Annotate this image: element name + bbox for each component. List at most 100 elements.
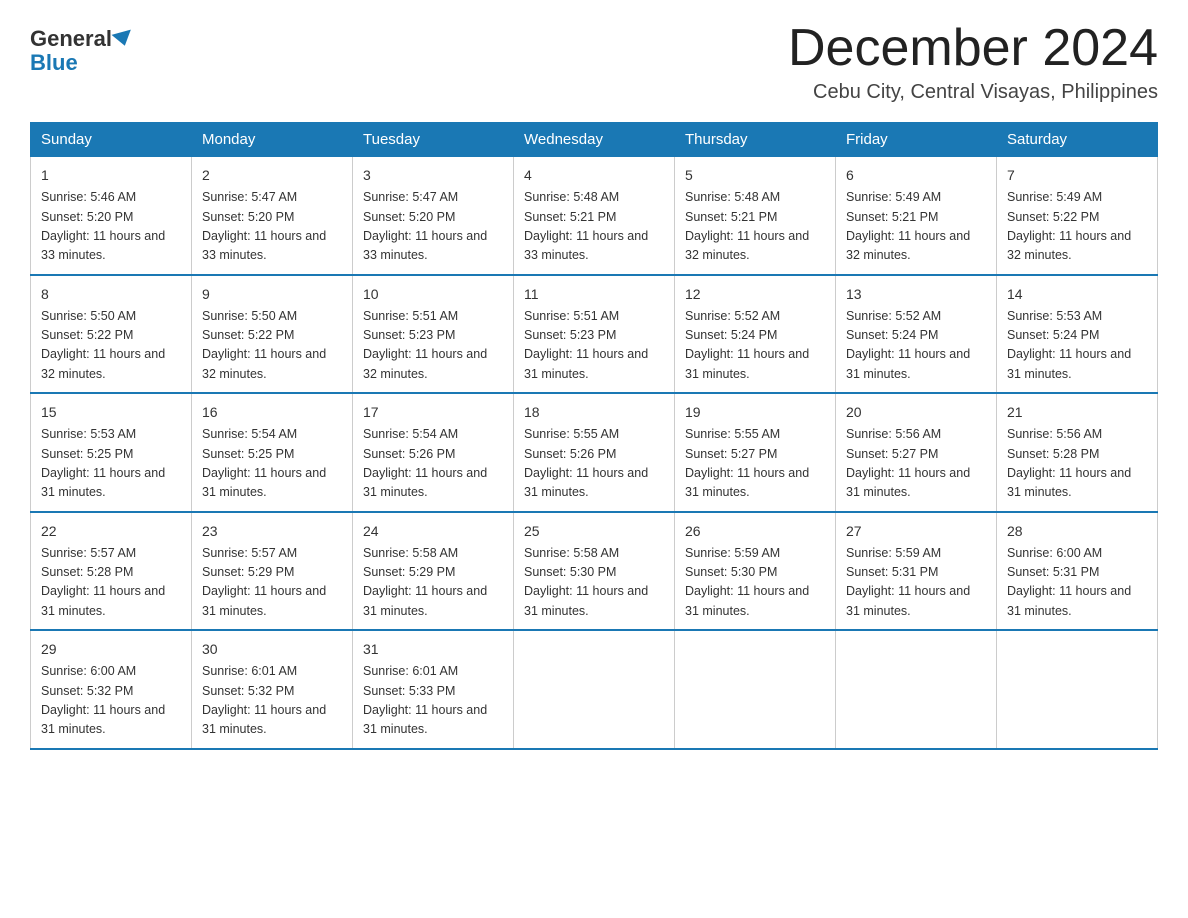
day-number: 20 <box>846 402 986 423</box>
day-info: Sunrise: 5:49 AMSunset: 5:22 PMDaylight:… <box>1007 190 1131 262</box>
day-number: 24 <box>363 521 503 542</box>
day-info: Sunrise: 6:00 AMSunset: 5:31 PMDaylight:… <box>1007 546 1131 618</box>
day-number: 6 <box>846 165 986 186</box>
calendar-cell: 19 Sunrise: 5:55 AMSunset: 5:27 PMDayligh… <box>675 393 836 512</box>
day-info: Sunrise: 5:47 AMSunset: 5:20 PMDaylight:… <box>363 190 487 262</box>
calendar-cell: 23 Sunrise: 5:57 AMSunset: 5:29 PMDayligh… <box>192 512 353 631</box>
day-number: 2 <box>202 165 342 186</box>
calendar-cell: 3 Sunrise: 5:47 AMSunset: 5:20 PMDaylight… <box>353 157 514 275</box>
weekday-header-thursday: Thursday <box>675 123 836 157</box>
day-info: Sunrise: 5:50 AMSunset: 5:22 PMDaylight:… <box>41 309 165 381</box>
calendar-cell: 17 Sunrise: 5:54 AMSunset: 5:26 PMDayligh… <box>353 393 514 512</box>
day-info: Sunrise: 5:51 AMSunset: 5:23 PMDaylight:… <box>363 309 487 381</box>
calendar-cell: 14Sunrise: 5:53 AMSunset: 5:24 PMDayligh… <box>997 275 1158 394</box>
calendar-cell: 27 Sunrise: 5:59 AMSunset: 5:31 PMDayligh… <box>836 512 997 631</box>
calendar-cell: 13 Sunrise: 5:52 AMSunset: 5:24 PMDayligh… <box>836 275 997 394</box>
day-number: 7 <box>1007 165 1147 186</box>
day-info: Sunrise: 6:01 AMSunset: 5:33 PMDaylight:… <box>363 664 487 736</box>
day-info: Sunrise: 5:52 AMSunset: 5:24 PMDaylight:… <box>685 309 809 381</box>
day-info: Sunrise: 5:57 AMSunset: 5:28 PMDaylight:… <box>41 546 165 618</box>
weekday-header-wednesday: Wednesday <box>514 123 675 157</box>
weekday-header-saturday: Saturday <box>997 123 1158 157</box>
calendar-cell <box>836 630 997 749</box>
day-number: 17 <box>363 402 503 423</box>
calendar-cell: 21 Sunrise: 5:56 AMSunset: 5:28 PMDayligh… <box>997 393 1158 512</box>
day-number: 27 <box>846 521 986 542</box>
calendar-week-row: 8 Sunrise: 5:50 AMSunset: 5:22 PMDaylight… <box>31 275 1158 394</box>
day-number: 29 <box>41 639 181 660</box>
title-section: December 2024 Cebu City, Central Visayas… <box>788 20 1158 104</box>
calendar-cell: 25 Sunrise: 5:58 AMSunset: 5:30 PMDayligh… <box>514 512 675 631</box>
day-number: 8 <box>41 284 181 305</box>
day-info: Sunrise: 5:47 AMSunset: 5:20 PMDaylight:… <box>202 190 326 262</box>
logo-general-text: General <box>30 28 112 50</box>
day-info: Sunrise: 5:59 AMSunset: 5:31 PMDaylight:… <box>846 546 970 618</box>
calendar-cell <box>675 630 836 749</box>
day-number: 26 <box>685 521 825 542</box>
calendar-week-row: 1 Sunrise: 5:46 AMSunset: 5:20 PMDaylight… <box>31 157 1158 275</box>
calendar-body: 1 Sunrise: 5:46 AMSunset: 5:20 PMDaylight… <box>31 157 1158 749</box>
calendar-cell: 22Sunrise: 5:57 AMSunset: 5:28 PMDayligh… <box>31 512 192 631</box>
day-number: 31 <box>363 639 503 660</box>
logo-blue-text: Blue <box>30 50 78 76</box>
page-header: General Blue December 2024 Cebu City, Ce… <box>30 20 1158 104</box>
day-info: Sunrise: 5:53 AMSunset: 5:25 PMDaylight:… <box>41 427 165 499</box>
calendar-cell: 28 Sunrise: 6:00 AMSunset: 5:31 PMDayligh… <box>997 512 1158 631</box>
calendar-cell: 15 Sunrise: 5:53 AMSunset: 5:25 PMDayligh… <box>31 393 192 512</box>
day-number: 25 <box>524 521 664 542</box>
calendar-cell: 7 Sunrise: 5:49 AMSunset: 5:22 PMDaylight… <box>997 157 1158 275</box>
day-number: 21 <box>1007 402 1147 423</box>
day-info: Sunrise: 5:56 AMSunset: 5:28 PMDaylight:… <box>1007 427 1131 499</box>
calendar-cell: 30Sunrise: 6:01 AMSunset: 5:32 PMDayligh… <box>192 630 353 749</box>
day-info: Sunrise: 6:01 AMSunset: 5:32 PMDaylight:… <box>202 664 326 736</box>
day-info: Sunrise: 5:57 AMSunset: 5:29 PMDaylight:… <box>202 546 326 618</box>
day-number: 3 <box>363 165 503 186</box>
day-number: 15 <box>41 402 181 423</box>
day-number: 19 <box>685 402 825 423</box>
day-info: Sunrise: 5:59 AMSunset: 5:30 PMDaylight:… <box>685 546 809 618</box>
weekday-header-sunday: Sunday <box>31 123 192 157</box>
calendar-table: SundayMondayTuesdayWednesdayThursdayFrid… <box>30 122 1158 750</box>
calendar-cell: 18 Sunrise: 5:55 AMSunset: 5:26 PMDayligh… <box>514 393 675 512</box>
location-text: Cebu City, Central Visayas, Philippines <box>788 81 1158 104</box>
calendar-cell: 24 Sunrise: 5:58 AMSunset: 5:29 PMDayligh… <box>353 512 514 631</box>
day-number: 4 <box>524 165 664 186</box>
day-number: 23 <box>202 521 342 542</box>
day-info: Sunrise: 5:54 AMSunset: 5:25 PMDaylight:… <box>202 427 326 499</box>
day-number: 13 <box>846 284 986 305</box>
day-info: Sunrise: 5:54 AMSunset: 5:26 PMDaylight:… <box>363 427 487 499</box>
logo: General Blue <box>30 20 134 76</box>
calendar-cell: 5 Sunrise: 5:48 AMSunset: 5:21 PMDaylight… <box>675 157 836 275</box>
day-info: Sunrise: 5:50 AMSunset: 5:22 PMDaylight:… <box>202 309 326 381</box>
calendar-header: SundayMondayTuesdayWednesdayThursdayFrid… <box>31 123 1158 157</box>
calendar-cell: 26 Sunrise: 5:59 AMSunset: 5:30 PMDayligh… <box>675 512 836 631</box>
weekday-header-tuesday: Tuesday <box>353 123 514 157</box>
day-info: Sunrise: 5:52 AMSunset: 5:24 PMDaylight:… <box>846 309 970 381</box>
calendar-cell: 20 Sunrise: 5:56 AMSunset: 5:27 PMDayligh… <box>836 393 997 512</box>
weekday-header-row: SundayMondayTuesdayWednesdayThursdayFrid… <box>31 123 1158 157</box>
day-number: 16 <box>202 402 342 423</box>
day-number: 1 <box>41 165 181 186</box>
day-number: 5 <box>685 165 825 186</box>
day-info: Sunrise: 5:56 AMSunset: 5:27 PMDaylight:… <box>846 427 970 499</box>
calendar-cell: 2 Sunrise: 5:47 AMSunset: 5:20 PMDaylight… <box>192 157 353 275</box>
logo-arrow-icon <box>111 30 134 49</box>
day-info: Sunrise: 5:58 AMSunset: 5:29 PMDaylight:… <box>363 546 487 618</box>
day-number: 18 <box>524 402 664 423</box>
day-info: Sunrise: 5:55 AMSunset: 5:27 PMDaylight:… <box>685 427 809 499</box>
day-number: 12 <box>685 284 825 305</box>
day-info: Sunrise: 5:46 AMSunset: 5:20 PMDaylight:… <box>41 190 165 262</box>
weekday-header-friday: Friday <box>836 123 997 157</box>
calendar-cell: 8 Sunrise: 5:50 AMSunset: 5:22 PMDaylight… <box>31 275 192 394</box>
calendar-week-row: 29Sunrise: 6:00 AMSunset: 5:32 PMDayligh… <box>31 630 1158 749</box>
day-info: Sunrise: 5:48 AMSunset: 5:21 PMDaylight:… <box>524 190 648 262</box>
day-info: Sunrise: 5:55 AMSunset: 5:26 PMDaylight:… <box>524 427 648 499</box>
day-number: 28 <box>1007 521 1147 542</box>
day-info: Sunrise: 5:58 AMSunset: 5:30 PMDaylight:… <box>524 546 648 618</box>
day-info: Sunrise: 5:51 AMSunset: 5:23 PMDaylight:… <box>524 309 648 381</box>
day-number: 11 <box>524 284 664 305</box>
calendar-cell: 12 Sunrise: 5:52 AMSunset: 5:24 PMDayligh… <box>675 275 836 394</box>
calendar-cell: 4 Sunrise: 5:48 AMSunset: 5:21 PMDaylight… <box>514 157 675 275</box>
weekday-header-monday: Monday <box>192 123 353 157</box>
day-info: Sunrise: 5:48 AMSunset: 5:21 PMDaylight:… <box>685 190 809 262</box>
